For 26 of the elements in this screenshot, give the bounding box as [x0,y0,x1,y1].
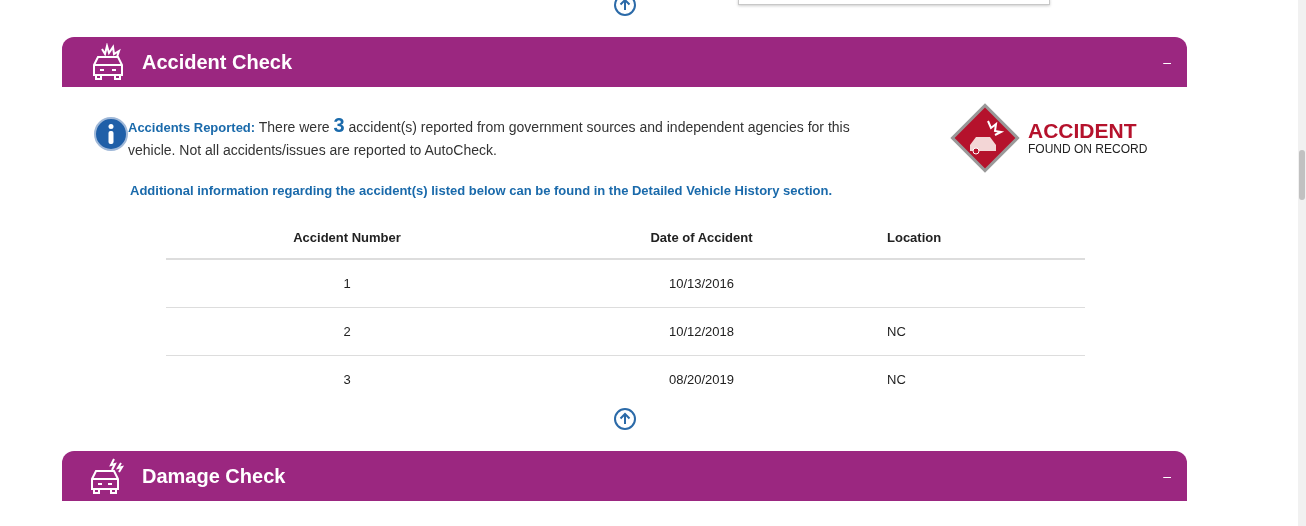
collapse-toggle[interactable]: – [1159,54,1175,70]
column-header: Accident Number [166,216,528,259]
column-header: Location [875,216,1085,259]
badge-title: ACCIDENT [1028,120,1138,142]
section-title: Damage Check [142,464,287,488]
table-cell: 2 [343,324,351,339]
table-cell: 3 [343,372,351,387]
accidents-reported-text: Accidents Reported: There were 3 accident(s) reported from government sources and independent agencies for this vehicle. Not all accidents/issues are reported to AutoCheck. [128,114,851,160]
info-icon [94,117,128,151]
section-header[interactable]: Accident Check – [62,37,1187,87]
table-cell: 10/13/2016 [668,276,735,291]
table-cell: 1 [343,276,351,291]
table-cell: NC [887,372,906,387]
table-cell: 10/12/2018 [668,324,735,339]
badge-subtitle: FOUND ON RECORD [1028,142,1148,156]
collapse-toggle[interactable]: – [1159,468,1175,484]
section-title: Accident Check [142,50,294,74]
scrollbar[interactable] [1298,0,1306,526]
scroll-up-icon[interactable] [613,0,637,17]
column-header: Date of Accident [528,216,875,259]
additional-info-text: Additional information regarding the accident(s) listed below can be found in the Detailed Vehicle History section. [130,183,834,198]
section-header[interactable]: Damage Check – [62,451,1187,501]
scroll-up-icon[interactable] [612,407,637,431]
table-cell: NC [887,324,906,339]
table-cell: 08/20/2019 [668,372,735,387]
scrollbar-thumb[interactable] [1299,150,1305,200]
